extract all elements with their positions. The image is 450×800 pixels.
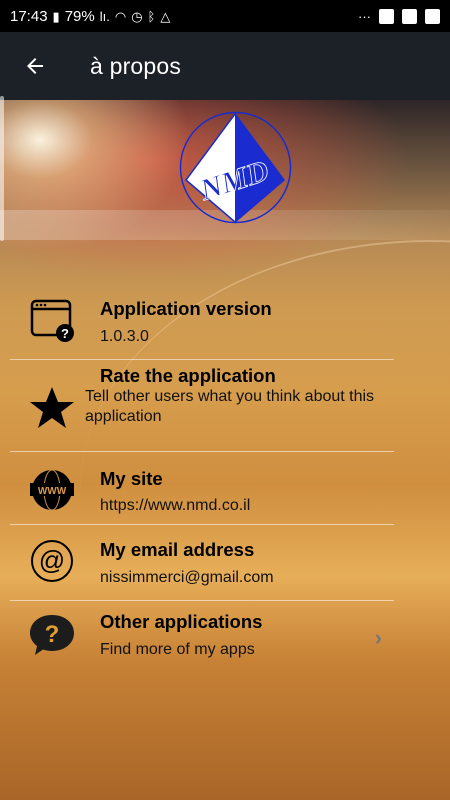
list-item-email[interactable]: @ My email address nissimmerci@gmail.com — [10, 525, 394, 601]
www-icon: WWW — [28, 466, 76, 514]
battery-icon: ▮ — [52, 8, 60, 24]
about-list: ? Application version 1.0.3.0 Rate the a… — [10, 285, 394, 679]
flipboard-icon — [379, 8, 394, 24]
warning-icon: △ — [160, 8, 171, 24]
status-bar: 17:43 ▮ 79% lı. ◠ ◷ ᛒ △ ··· — [0, 0, 450, 32]
app-bar: à propos — [0, 32, 450, 100]
item-subtitle: nissimmerci@gmail.com — [100, 569, 274, 586]
gallery-icon — [425, 8, 440, 24]
battery-percent: 79% — [64, 7, 95, 25]
svg-text:?: ? — [61, 326, 69, 341]
item-title: Rate the application — [100, 365, 276, 386]
svg-text:?: ? — [45, 621, 60, 648]
news-icon — [402, 8, 417, 24]
signal-icon: lı. — [99, 8, 110, 24]
page-title: à propos — [90, 52, 182, 79]
nmd-logo: NMD — [179, 111, 292, 224]
item-subtitle: Tell other users what you think about th… — [85, 388, 375, 425]
chevron-right-icon: › — [374, 625, 382, 650]
svg-text:@: @ — [39, 545, 65, 575]
wifi-icon: ◠ — [114, 8, 127, 24]
alarm-icon: ◷ — [131, 8, 143, 24]
bluetooth-icon: ᛒ — [147, 8, 156, 24]
item-title: Application version — [100, 298, 272, 319]
list-item-rate[interactable]: Rate the application Tell other users wh… — [10, 360, 394, 452]
scroll-indicator — [0, 96, 4, 241]
at-icon: @ — [28, 537, 76, 585]
item-subtitle: https://www.nmd.co.il — [100, 497, 251, 514]
item-title: Other applications — [100, 611, 263, 632]
more-icon: ··· — [358, 8, 371, 24]
svg-text:WWW: WWW — [38, 486, 67, 497]
list-item-other-apps[interactable]: ? Other applications Find more of my app… — [10, 601, 394, 679]
item-title: My email address — [100, 539, 255, 560]
list-item-site[interactable]: WWW My site https://www.nmd.co.il — [10, 452, 394, 525]
back-button[interactable] — [0, 32, 70, 100]
question-bubble-icon: ? — [28, 611, 76, 659]
app-info-icon: ? — [28, 295, 76, 343]
item-subtitle: 1.0.3.0 — [100, 328, 149, 345]
star-icon — [28, 384, 76, 432]
status-time: 17:43 — [10, 7, 48, 25]
item-subtitle: Find more of my apps — [100, 641, 255, 658]
arrow-left-icon — [27, 58, 43, 74]
item-title: My site — [100, 468, 163, 489]
list-item-version[interactable]: ? Application version 1.0.3.0 — [10, 285, 394, 360]
